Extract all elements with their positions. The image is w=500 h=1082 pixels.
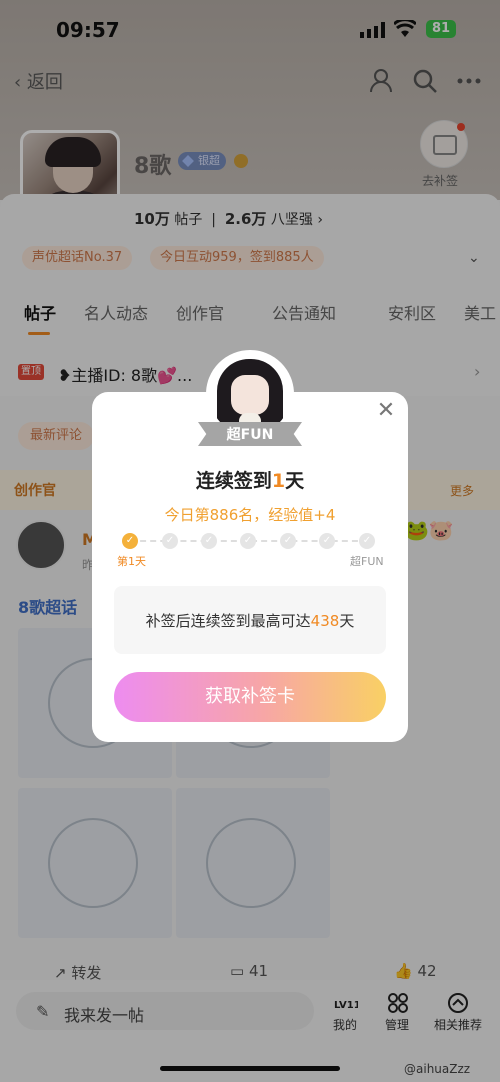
progress-step: ✓: [122, 533, 138, 549]
progress-step: ✓: [201, 533, 217, 549]
progress-step: ✓: [240, 533, 256, 549]
level-banner-text: 超FUN: [226, 427, 274, 443]
checkin-subtitle: 今日第886名，经验值+4: [164, 506, 336, 524]
close-icon[interactable]: ✕: [374, 400, 398, 424]
step-start-label: 第1天: [117, 555, 146, 568]
progress-step: ✓: [359, 533, 375, 549]
progress-step: ✓: [280, 533, 296, 549]
get-resign-card-button[interactable]: 获取补签卡: [114, 672, 386, 722]
step-end-label: 超FUN: [350, 555, 384, 568]
progress-step: ✓: [162, 533, 178, 549]
info-box-text: 补签后连续签到最高可达438天: [145, 612, 355, 630]
checkin-title: 连续签到1天: [195, 470, 305, 492]
progress-step: ✓: [319, 533, 335, 549]
